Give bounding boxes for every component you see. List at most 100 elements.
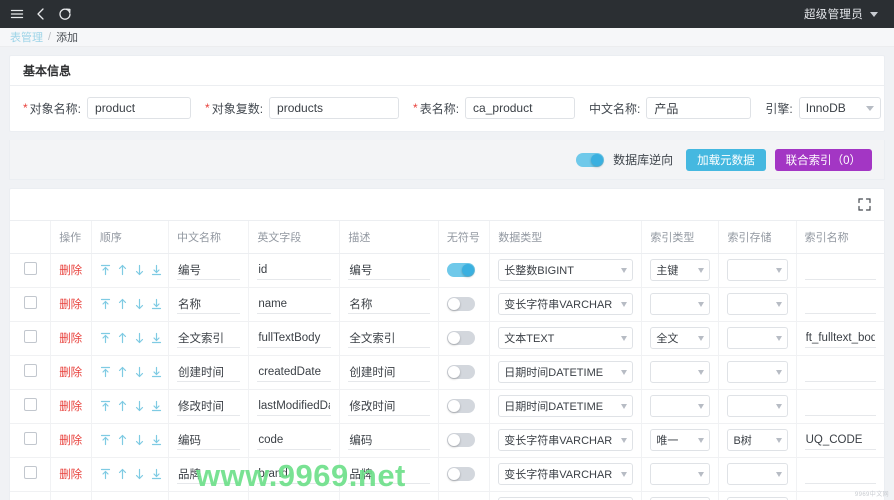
index-store-select[interactable]: B树 bbox=[727, 429, 788, 451]
move-up-icon[interactable] bbox=[117, 298, 128, 310]
cn-name-input[interactable] bbox=[176, 328, 241, 348]
en-field-input[interactable] bbox=[257, 260, 332, 280]
move-to-bottom-icon[interactable] bbox=[151, 400, 162, 412]
cn-name-input[interactable] bbox=[176, 430, 241, 450]
data-type-select[interactable]: 日期时间DATETIME bbox=[498, 395, 634, 417]
index-type-select[interactable]: 主键 bbox=[650, 259, 711, 281]
move-to-bottom-icon[interactable] bbox=[151, 366, 162, 378]
row-checkbox[interactable] bbox=[23, 296, 37, 309]
index-name-input[interactable] bbox=[804, 260, 876, 280]
index-type-select[interactable]: 全文 bbox=[650, 327, 711, 349]
description-input[interactable] bbox=[348, 294, 430, 314]
cn-name-input[interactable] bbox=[176, 362, 241, 382]
data-type-select[interactable]: 变长字符串VARCHAR bbox=[498, 293, 634, 315]
index-name-input[interactable] bbox=[804, 464, 876, 484]
move-down-icon[interactable] bbox=[134, 434, 145, 446]
cn-name-input[interactable] bbox=[646, 97, 752, 119]
en-field-input[interactable] bbox=[257, 396, 332, 416]
index-store-select[interactable] bbox=[727, 463, 788, 485]
move-to-bottom-icon[interactable] bbox=[151, 434, 162, 446]
move-up-icon[interactable] bbox=[117, 366, 128, 378]
delete-row-button[interactable]: 删除 bbox=[59, 401, 82, 413]
data-type-select[interactable]: 变长字符串VARCHAR bbox=[498, 429, 634, 451]
move-to-top-icon[interactable] bbox=[100, 400, 111, 412]
index-store-select[interactable] bbox=[727, 361, 788, 383]
row-checkbox[interactable] bbox=[23, 364, 37, 377]
data-type-select[interactable]: 变长字符串VARCHAR bbox=[498, 463, 634, 485]
unsigned-toggle[interactable] bbox=[446, 331, 475, 345]
data-type-select[interactable]: 文本TEXT bbox=[498, 327, 634, 349]
move-to-top-icon[interactable] bbox=[100, 434, 111, 446]
index-name-input[interactable] bbox=[804, 430, 876, 450]
move-to-top-icon[interactable] bbox=[100, 468, 111, 480]
delete-row-button[interactable]: 删除 bbox=[59, 435, 82, 447]
move-up-icon[interactable] bbox=[117, 264, 128, 276]
description-input[interactable] bbox=[348, 260, 430, 280]
data-type-select[interactable]: 日期时间DATETIME bbox=[498, 361, 634, 383]
unsigned-toggle[interactable] bbox=[446, 365, 475, 379]
move-down-icon[interactable] bbox=[134, 468, 145, 480]
en-field-input[interactable] bbox=[257, 328, 332, 348]
move-up-icon[interactable] bbox=[117, 400, 128, 412]
unsigned-toggle[interactable] bbox=[446, 467, 475, 481]
data-type-select[interactable]: 长整数BIGINT bbox=[498, 259, 634, 281]
index-store-select[interactable] bbox=[727, 327, 788, 349]
move-to-bottom-icon[interactable] bbox=[151, 264, 162, 276]
en-field-input[interactable] bbox=[257, 464, 332, 484]
delete-row-button[interactable]: 删除 bbox=[59, 333, 82, 345]
index-store-select[interactable] bbox=[727, 293, 788, 315]
move-down-icon[interactable] bbox=[134, 264, 145, 276]
engine-select[interactable]: InnoDB bbox=[798, 97, 881, 119]
delete-row-button[interactable]: 删除 bbox=[59, 469, 82, 481]
unsigned-toggle[interactable] bbox=[446, 399, 475, 413]
refresh-icon[interactable] bbox=[58, 7, 72, 21]
cn-name-input[interactable] bbox=[176, 294, 241, 314]
index-name-input[interactable] bbox=[804, 328, 876, 348]
description-input[interactable] bbox=[348, 328, 430, 348]
user-menu[interactable]: 超级管理员 bbox=[804, 6, 884, 22]
table-name-input[interactable] bbox=[465, 97, 576, 119]
delete-row-button[interactable]: 删除 bbox=[59, 367, 82, 379]
row-checkbox[interactable] bbox=[23, 432, 37, 445]
row-checkbox[interactable] bbox=[23, 466, 37, 479]
index-store-select[interactable] bbox=[727, 395, 788, 417]
en-field-input[interactable] bbox=[257, 294, 332, 314]
move-down-icon[interactable] bbox=[134, 366, 145, 378]
load-metadata-button[interactable]: 加载元数据 bbox=[686, 148, 766, 171]
object-name-input[interactable] bbox=[87, 97, 192, 119]
row-checkbox[interactable] bbox=[23, 330, 37, 343]
index-store-select[interactable] bbox=[727, 259, 788, 281]
row-checkbox[interactable] bbox=[23, 398, 37, 411]
move-down-icon[interactable] bbox=[134, 298, 145, 310]
move-to-bottom-icon[interactable] bbox=[151, 298, 162, 310]
chevron-left-icon[interactable] bbox=[35, 7, 47, 21]
breadcrumb-parent[interactable]: 表管理 bbox=[10, 29, 43, 45]
en-field-input[interactable] bbox=[257, 362, 332, 382]
move-to-bottom-icon[interactable] bbox=[151, 332, 162, 344]
object-plural-input[interactable] bbox=[269, 97, 400, 119]
index-type-select[interactable] bbox=[650, 395, 711, 417]
unsigned-toggle[interactable] bbox=[446, 433, 475, 447]
move-to-top-icon[interactable] bbox=[100, 264, 111, 276]
en-field-input[interactable] bbox=[257, 430, 332, 450]
union-index-button[interactable]: 联合索引（0） bbox=[774, 148, 872, 171]
unsigned-toggle[interactable] bbox=[446, 297, 475, 311]
database-reverse-toggle[interactable] bbox=[576, 152, 605, 167]
delete-row-button[interactable]: 删除 bbox=[59, 299, 82, 311]
move-to-top-icon[interactable] bbox=[100, 366, 111, 378]
cn-name-input[interactable] bbox=[176, 260, 241, 280]
cn-name-input[interactable] bbox=[176, 396, 241, 416]
unsigned-toggle[interactable] bbox=[446, 263, 475, 277]
fullscreen-expand-icon[interactable] bbox=[858, 198, 871, 211]
description-input[interactable] bbox=[348, 362, 430, 382]
move-up-icon[interactable] bbox=[117, 468, 128, 480]
description-input[interactable] bbox=[348, 396, 430, 416]
index-type-select[interactable] bbox=[650, 293, 711, 315]
description-input[interactable] bbox=[348, 464, 430, 484]
move-to-bottom-icon[interactable] bbox=[151, 468, 162, 480]
move-down-icon[interactable] bbox=[134, 400, 145, 412]
index-type-select[interactable] bbox=[650, 361, 711, 383]
move-up-icon[interactable] bbox=[117, 332, 128, 344]
index-name-input[interactable] bbox=[804, 362, 876, 382]
index-type-select[interactable]: 唯一 bbox=[650, 429, 711, 451]
